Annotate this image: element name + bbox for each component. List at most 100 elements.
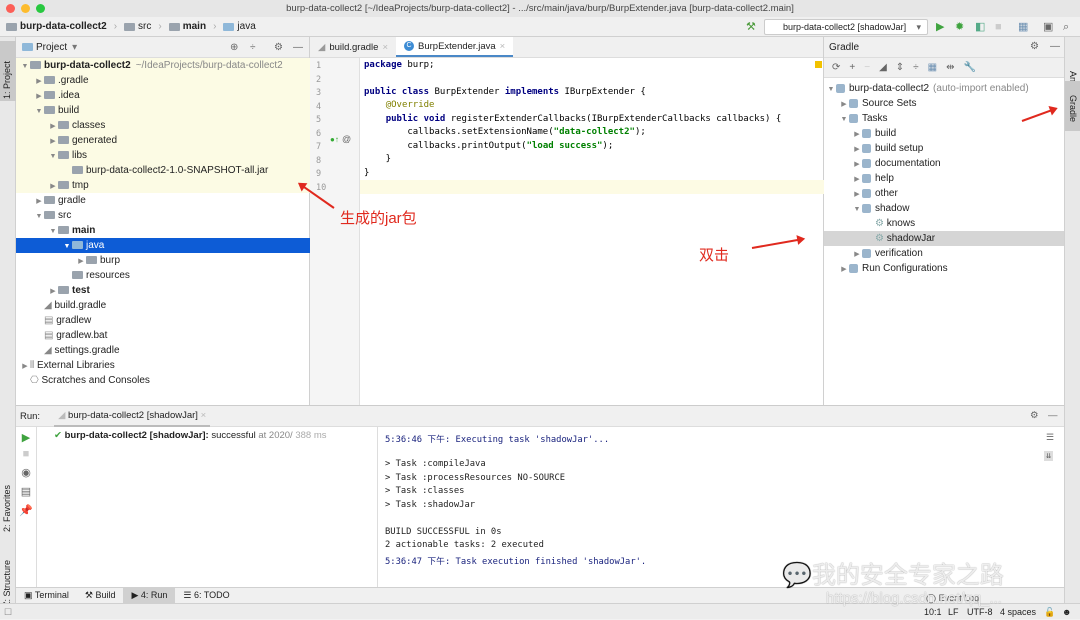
close-icon[interactable]: × [500,36,506,57]
group-modules-icon[interactable]: ▦ [928,62,937,73]
gradle-tree-item[interactable]: ▼ burp-data-collect2 (auto-import enabled) [824,81,1064,96]
gradle-tree-item[interactable]: ▼ shadow [824,201,1064,216]
breadcrumb-item[interactable]: burp-data-collect2 [6,21,107,32]
override-marker-icon[interactable]: @ [342,134,351,144]
project-tree-item[interactable]: resources [16,268,310,283]
project-tree-item[interactable]: ▼ java [16,238,310,253]
project-tree-item[interactable]: ▶ ⫴ External Libraries [16,358,310,373]
build-hammer-icon[interactable]: ⚒ [746,21,756,33]
tab-build-gradle[interactable]: ◢ build.gradle × [310,37,396,57]
lock-icon[interactable]: 🔓 [1044,604,1055,620]
project-tree-item[interactable]: burp-data-collect2-1.0-SNAPSHOT-all.jar [16,163,310,178]
chevron-right-icon[interactable]: ▶ [76,254,86,269]
gear-icon[interactable]: ⚙ [274,42,283,53]
remove-icon[interactable]: − [864,62,870,73]
chevron-down-icon[interactable]: ▼ [34,104,44,119]
project-tree-item[interactable]: ▶ generated [16,133,310,148]
chevron-right-icon[interactable]: ▶ [839,97,849,112]
chevron-right-icon[interactable]: ▶ [852,187,862,202]
project-tree-item[interactable]: ▼ main [16,223,310,238]
chevron-right-icon[interactable]: ▶ [34,89,44,104]
run-result-item[interactable]: ✔ burp-data-collect2 [shadowJar]: succes… [54,430,327,441]
todo-tab[interactable]: ☰ 6: TODO [175,588,237,603]
project-side-tab[interactable]: 1: Project [2,61,12,99]
rerun-icon[interactable]: ▶ [16,431,36,444]
chevron-down-icon[interactable]: ▼ [34,209,44,224]
project-tree-item[interactable]: ▼ burp-data-collect2 ~/IdeaProjects/burp-d… [16,58,310,73]
close-window-button[interactable] [6,4,15,13]
offline-mode-icon[interactable]: ⇹ [946,62,954,73]
build-tab[interactable]: ⚒ Build [77,588,124,603]
project-tree-item[interactable]: ▼ libs [16,148,310,163]
project-tree-item[interactable]: ▤ gradlew.bat [16,328,310,343]
project-tree-item[interactable]: ◢ settings.gradle [16,343,310,358]
soft-wrap-icon[interactable]: ☰ [1046,433,1054,443]
chevron-right-icon[interactable]: ▶ [852,127,862,142]
add-icon[interactable]: + [849,62,855,73]
project-tree-item[interactable]: ◢ build.gradle [16,298,310,313]
structure-side-tab[interactable]: Z: Structure [2,560,12,607]
gradle-tree-item[interactable]: ▶ help [824,171,1064,186]
gradle-elephant-icon[interactable]: ◢ [879,62,887,73]
coverage-icon[interactable]: ◧ [975,21,985,33]
chevron-right-icon[interactable]: ▶ [852,247,862,262]
wrench-icon[interactable]: 🔧 [964,62,976,73]
chevron-right-icon[interactable]: ▶ [48,179,58,194]
stop-icon[interactable]: ■ [16,448,36,460]
gradle-side-tab[interactable]: Gradle [1068,95,1078,122]
scroll-to-end-icon[interactable]: ⇊ [1044,451,1054,461]
collapse-all-icon[interactable]: ÷ [913,62,919,73]
minimize-window-button[interactable] [21,4,30,13]
project-tree-item[interactable]: ▶ test [16,283,310,298]
chevron-down-icon[interactable]: ▼ [839,112,849,127]
chevron-right-icon[interactable]: ▶ [34,194,44,209]
chevron-down-icon[interactable]: ▼ [48,149,58,164]
project-tree-item[interactable]: ▶ .idea [16,88,310,103]
breadcrumb-item[interactable]: java [223,21,256,32]
project-tree-item[interactable]: ▶ tmp [16,178,310,193]
chevron-right-icon[interactable]: ▶ [34,74,44,89]
project-structure-icon[interactable]: ▦ [1018,21,1028,33]
inspector-icon[interactable]: ☻ [1062,604,1071,620]
terminal-tab[interactable]: ▣ Terminal [16,588,77,603]
chevron-down-icon[interactable]: ▼ [852,202,862,217]
chevron-right-icon[interactable]: ▶ [839,262,849,277]
gradle-tree-item[interactable]: ▶ other [824,186,1064,201]
chevron-right-icon[interactable]: ▶ [48,119,58,134]
close-icon[interactable]: × [382,37,388,58]
chevron-right-icon[interactable]: ▶ [852,157,862,172]
maximize-window-button[interactable] [36,4,45,13]
project-tree-item[interactable]: ▼ src [16,208,310,223]
run-icon[interactable]: ▶ [936,21,944,33]
chevron-down-icon[interactable]: ▼ [20,59,30,74]
locate-icon[interactable]: ⊕ [230,42,238,53]
collapse-all-icon[interactable]: ÷ [250,42,256,53]
gear-icon[interactable]: ⚙ [1030,41,1039,52]
gradle-tree-item[interactable]: ▶ Source Sets [824,96,1064,111]
gradle-tree-item[interactable]: ▶ verification [824,246,1064,261]
chevron-right-icon[interactable]: ▶ [48,284,58,299]
run-tab[interactable]: ◢ burp-data-collect2 [shadowJar] × [54,406,211,427]
project-tree-item[interactable]: ⎔ Scratches and Consoles [16,373,310,388]
chevron-down-icon[interactable]: ▼ [48,224,58,239]
run-configuration-select[interactable]: burp-data-collect2 [shadowJar] ▾ [764,19,928,35]
implements-marker-icon[interactable]: ●↑ [330,135,339,144]
expand-all-icon[interactable]: ⇕ [896,62,904,73]
gradle-tree-item[interactable]: ▶ Run Configurations [824,261,1064,276]
gradle-tree-item[interactable]: ⚙ shadowJar [824,231,1064,246]
favorites-side-tab[interactable]: 2: Favorites [2,485,12,532]
gradle-tree-item[interactable]: ▶ build setup [824,141,1064,156]
terminal-icon[interactable]: ▣ [1043,21,1053,33]
project-tree-item[interactable]: ▶ gradle [16,193,310,208]
project-tree-item[interactable]: ▶ classes [16,118,310,133]
chevron-down-icon[interactable]: ▼ [62,239,72,254]
gear-icon[interactable]: ⚙ [1030,410,1039,421]
breadcrumb-item[interactable]: main [168,21,206,32]
chevron-down-icon[interactable]: ▼ [826,82,836,97]
run-tool-tab[interactable]: ▶ 4: Run [123,588,176,603]
project-view-select[interactable]: Project [36,42,67,53]
project-tree-item[interactable]: ▤ gradlew [16,313,310,328]
eye-icon[interactable]: ◉ [16,466,36,479]
hide-icon[interactable]: — [293,42,303,53]
chevron-right-icon[interactable]: ▶ [852,142,862,157]
